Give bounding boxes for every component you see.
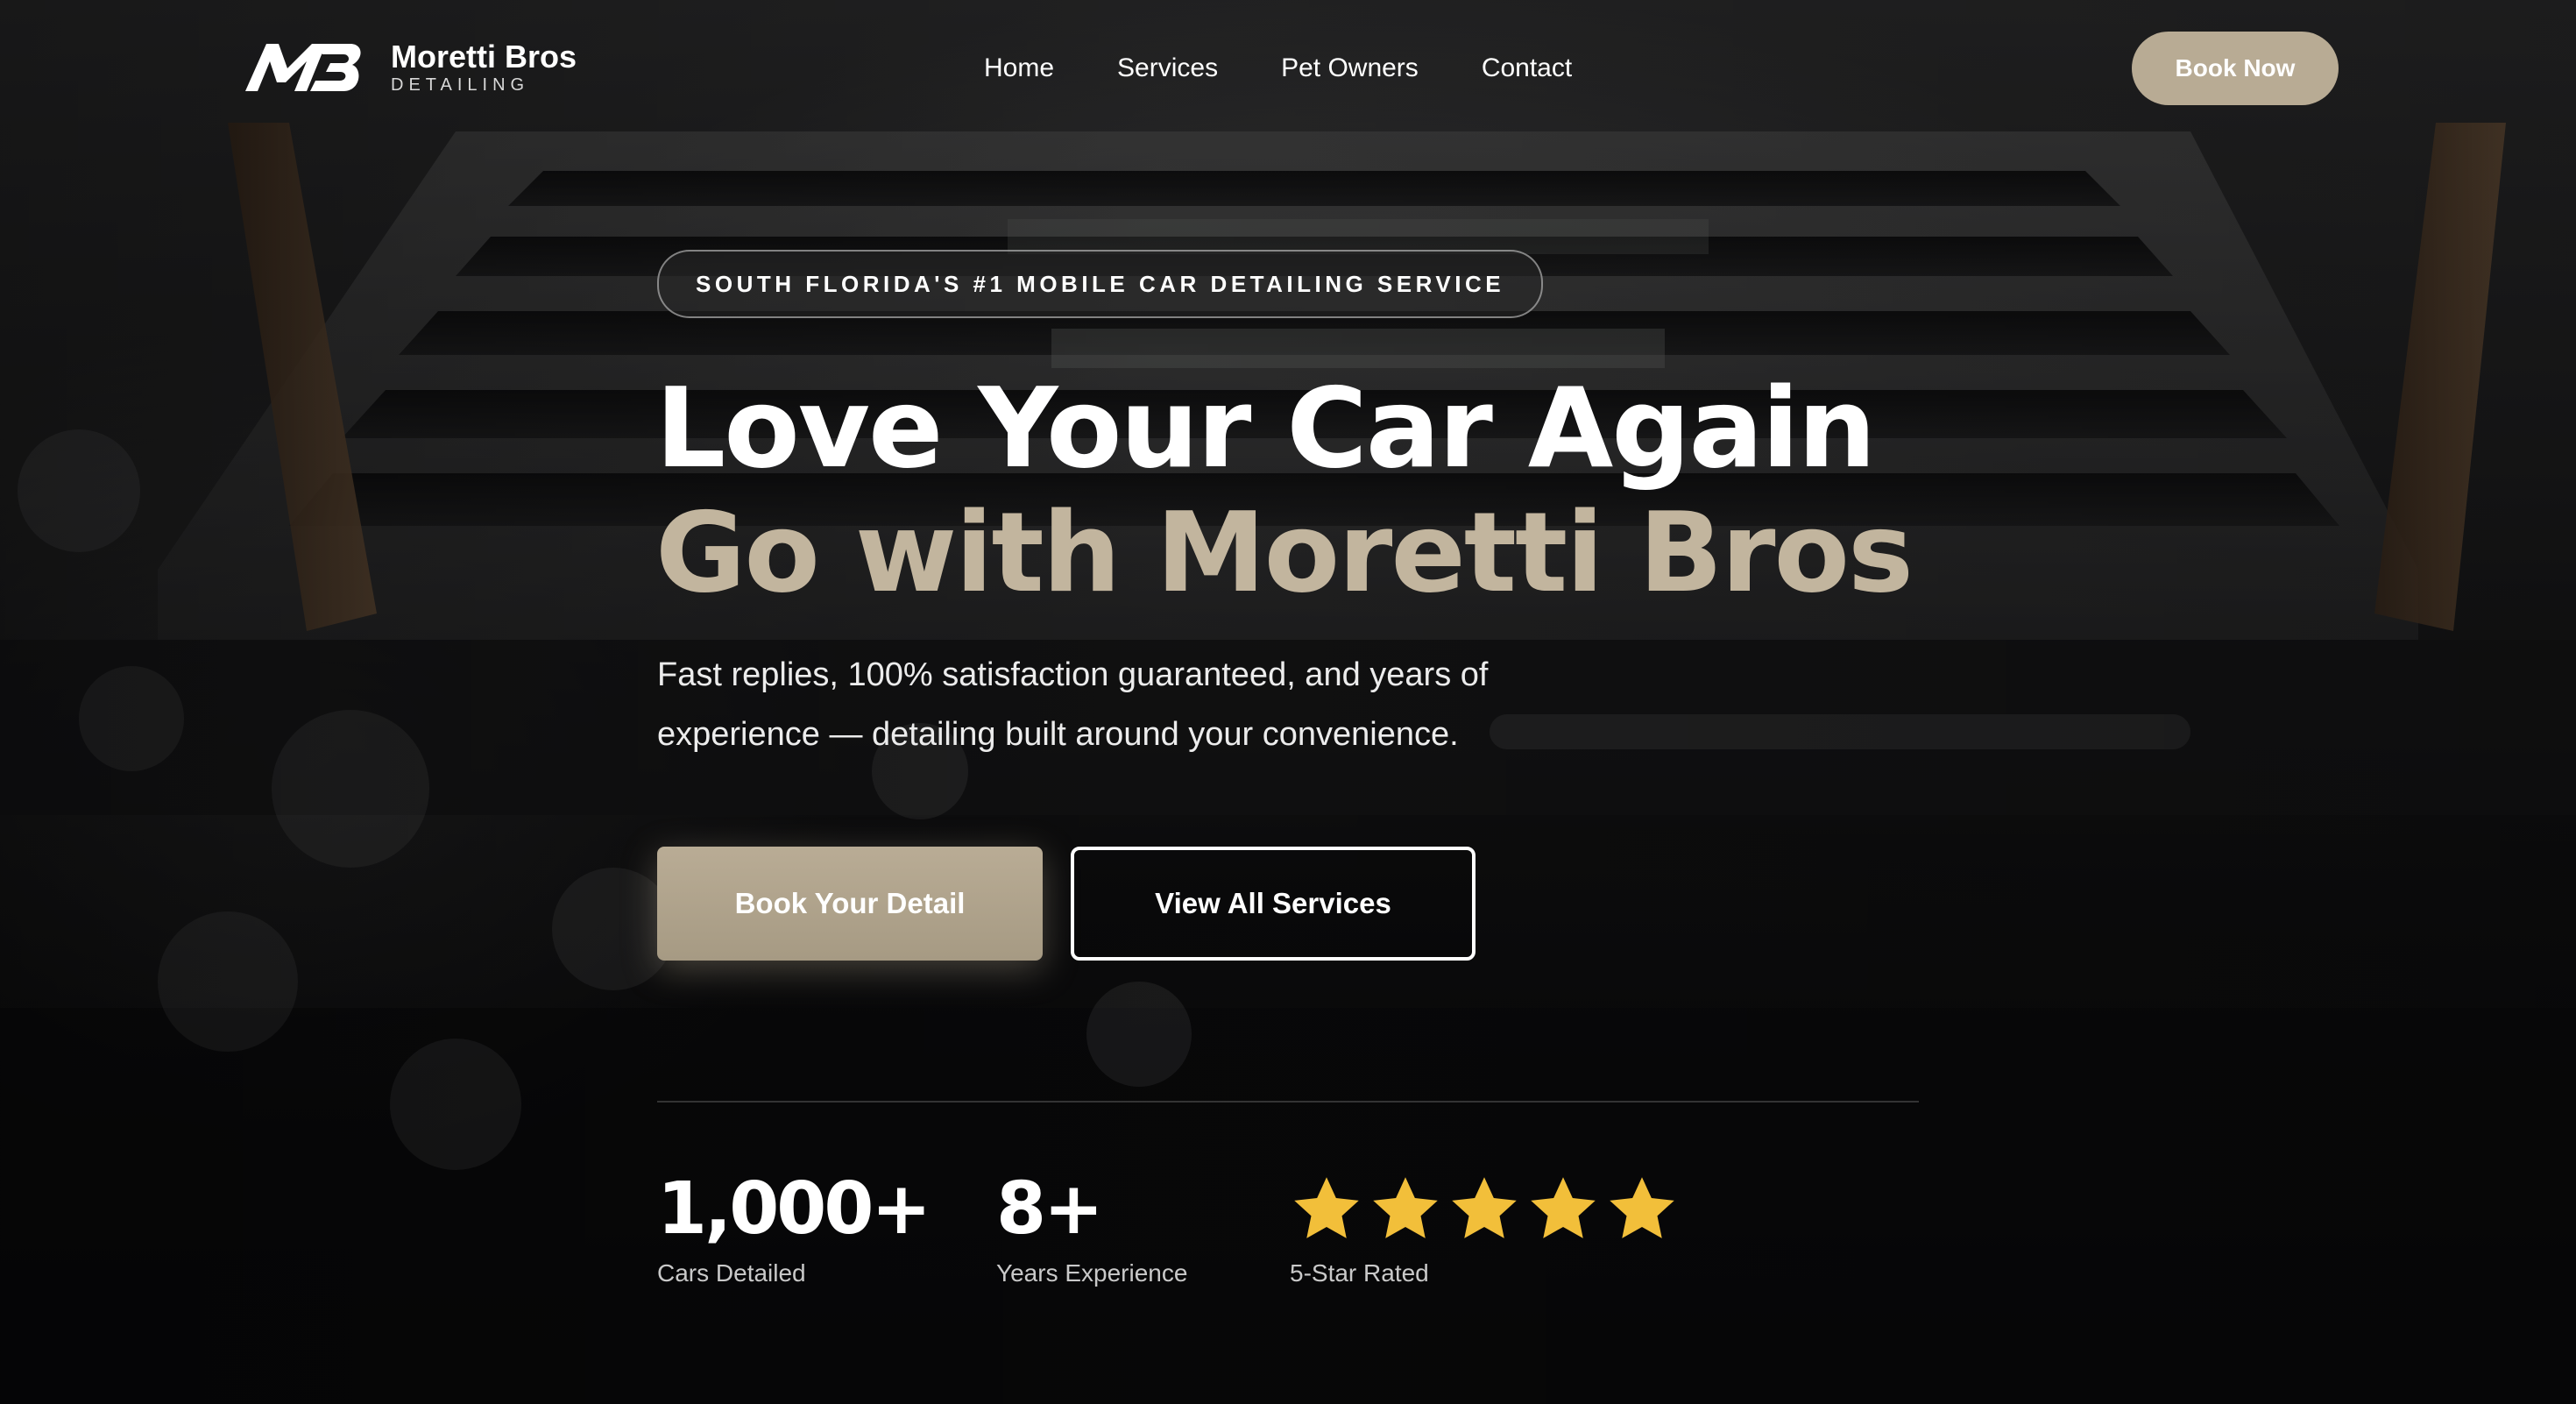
headline-line-1: Love Your Car Again — [655, 364, 1876, 493]
star-rating — [1290, 1166, 1679, 1253]
brand-logo[interactable]: Moretti Bros DETAILING — [242, 39, 577, 96]
star-icon — [1294, 1177, 1359, 1238]
stat-years-experience: 8+ Years Experience — [996, 1166, 1187, 1288]
stat-label: Years Experience — [996, 1259, 1188, 1287]
stat-five-star-rated: 5-Star Rated — [1290, 1166, 1679, 1288]
stats-divider — [657, 1101, 1919, 1103]
mb-monogram-logo-icon — [245, 44, 361, 91]
nav-link-home[interactable]: Home — [984, 51, 1054, 86]
hero-subcopy: Fast replies, 100% satisfaction guarante… — [657, 656, 1489, 753]
stat-cars-detailed: 1,000+ Cars Detailed — [657, 1166, 931, 1288]
star-icon — [1452, 1177, 1517, 1238]
nav-links: Home Services Pet Owners Contact — [984, 51, 1572, 86]
view-all-services-button[interactable]: View All Services — [1071, 847, 1476, 961]
book-your-detail-button[interactable]: Book Your Detail — [657, 847, 1043, 961]
nav-link-services[interactable]: Services — [1117, 51, 1218, 86]
book-now-button[interactable]: Book Now — [2132, 32, 2339, 105]
hero-badge: SOUTH FLORIDA'S #1 MOBILE CAR DETAILING … — [657, 250, 1544, 318]
stat-value: 8+ — [996, 1167, 1104, 1251]
star-icon — [1610, 1177, 1674, 1238]
stat-label: 5-Star Rated — [1290, 1259, 1429, 1287]
top-nav: Moretti Bros DETAILING Home Services Pet… — [0, 0, 2576, 140]
hero-headline: Love Your Car Again Go with Moretti Bros — [655, 364, 1914, 617]
star-icon — [1373, 1177, 1438, 1238]
headline-line-2: Go with Moretti Bros — [655, 488, 1914, 617]
stat-label: Cars Detailed — [657, 1259, 806, 1287]
stat-value: 1,000+ — [657, 1167, 931, 1251]
hero-section: Moretti Bros DETAILING Home Services Pet… — [0, 0, 2576, 1404]
nav-link-contact[interactable]: Contact — [1482, 51, 1572, 86]
star-icon — [1531, 1177, 1596, 1238]
brand-subtitle: DETAILING — [391, 75, 530, 95]
nav-link-pet-owners[interactable]: Pet Owners — [1281, 51, 1419, 86]
brand-name: Moretti Bros — [391, 39, 577, 74]
